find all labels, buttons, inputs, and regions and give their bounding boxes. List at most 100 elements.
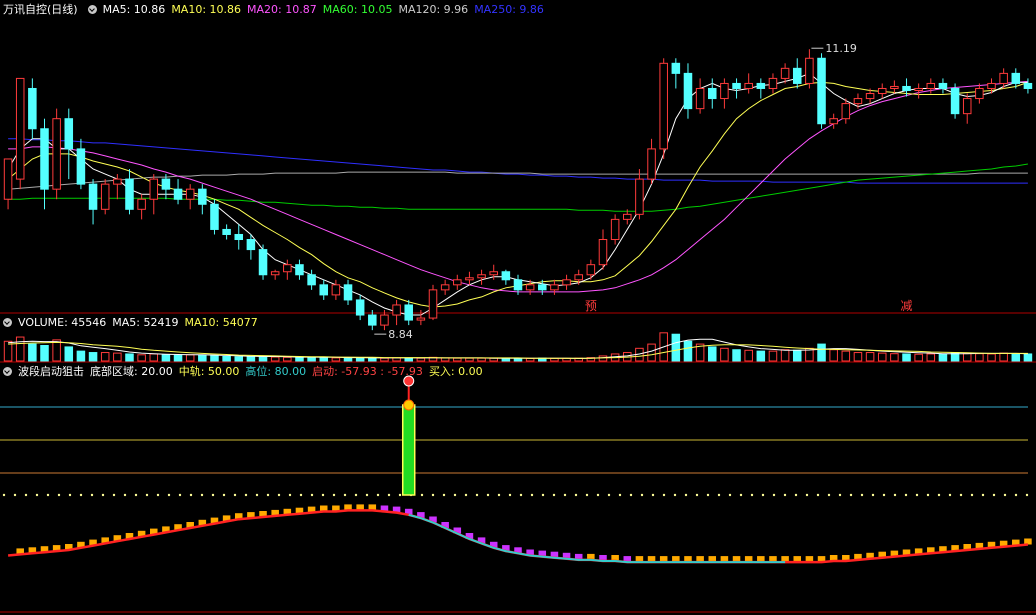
zero-dot (739, 493, 743, 497)
legend-ma5: MA5: 10.86 (102, 3, 166, 16)
volume-bar (841, 350, 851, 362)
zero-dot (343, 493, 347, 497)
legend-ma120: MA120: 9.96 (398, 3, 469, 16)
candle-body (987, 82, 996, 89)
volume-bar (902, 353, 911, 362)
ma250-line (8, 138, 1028, 184)
volume-bar (368, 357, 377, 362)
candle-body (720, 82, 729, 100)
zero-dot (244, 493, 248, 497)
toggle-icon[interactable] (87, 5, 97, 14)
candle-body (938, 82, 948, 89)
high-label: 11.19 (825, 42, 857, 55)
zero-dot (167, 493, 171, 497)
candle-body (732, 82, 741, 89)
candle-body (683, 72, 693, 110)
indicator-line-down (408, 513, 786, 564)
zero-dot (970, 493, 974, 497)
zero-dot (2, 493, 6, 497)
candle-body (550, 284, 559, 291)
candle-body (185, 188, 195, 200)
zero-dot (101, 493, 105, 497)
volume-bar (756, 350, 766, 362)
marker-jian: 减 (901, 299, 913, 313)
ma120-line (8, 171, 1028, 190)
zero-dot (365, 493, 369, 497)
volume-bar (975, 353, 984, 362)
zero-dot (684, 493, 688, 497)
volume-ma5-line (8, 338, 1028, 360)
zero-dot (156, 493, 160, 497)
zero-dot (1025, 493, 1029, 497)
volume-bar (380, 357, 389, 362)
zero-dot (893, 493, 897, 497)
zero-dot (79, 493, 83, 497)
candle-body (610, 218, 620, 241)
zero-dot (541, 493, 545, 497)
candle-body (307, 274, 316, 286)
volume-bar (732, 349, 741, 362)
zero-dot (123, 493, 127, 497)
candle-body (695, 87, 705, 110)
zero-dot (519, 493, 523, 497)
volume-bar (234, 356, 244, 362)
toggle-icon[interactable] (3, 318, 12, 327)
volume-bar (64, 346, 74, 362)
candle-body (926, 82, 936, 89)
candle-body (865, 93, 875, 100)
volume-bar (877, 352, 887, 362)
zero-dot (530, 493, 534, 497)
volume-bar (246, 355, 256, 362)
legend-ma20: MA20: 10.87 (247, 3, 317, 16)
candle-body (161, 178, 171, 190)
volume-bar (707, 346, 717, 362)
indicator-middle: 中轨: 50.00 (178, 365, 240, 378)
indicator-bottom-zone: 底部区域: 20.00 (90, 365, 173, 378)
volume-bar (938, 353, 948, 362)
volume-bar (100, 352, 110, 362)
zero-dot (937, 493, 941, 497)
ma20-line (8, 80, 1028, 293)
zero-dot (387, 493, 391, 497)
zero-dot (860, 493, 864, 497)
zero-dot (211, 493, 215, 497)
volume-bar (683, 340, 693, 362)
zero-dot (90, 493, 94, 497)
candle-body (768, 77, 778, 89)
zero-dot (255, 493, 259, 497)
volume-bar (453, 357, 462, 362)
zero-dot (431, 493, 435, 497)
candle-body (1011, 72, 1021, 84)
zero-dot (332, 493, 336, 497)
zero-dot (112, 493, 116, 497)
indicator-buy: 买入: 0.00 (428, 365, 483, 378)
candle-body (999, 72, 1008, 84)
zero-dot (420, 493, 424, 497)
volume-legend: VOLUME: 45546 MA5: 52419 MA10: 54077 (0, 315, 264, 331)
volume-bar (185, 354, 195, 362)
candle-body (623, 213, 632, 220)
volume-bar (416, 357, 426, 362)
zero-dot (266, 493, 270, 497)
legend-ma60: MA60: 10.05 (322, 3, 393, 16)
zero-dot (981, 493, 985, 497)
candle-body (88, 183, 98, 210)
volume-title: VOLUME: 45546 (18, 316, 107, 329)
toggle-icon[interactable] (3, 367, 12, 376)
volume-bar (720, 347, 729, 362)
zero-dot (717, 493, 721, 497)
zero-dot (57, 493, 61, 497)
zero-dot (486, 493, 490, 497)
candle-body (598, 239, 608, 266)
candle-body (671, 62, 681, 74)
candle-body (125, 178, 134, 210)
zero-dot (35, 493, 39, 497)
candle-body (100, 183, 110, 210)
indicator-start: 启动: -57.93 : -57.93 (312, 365, 423, 378)
volume-bar (307, 357, 316, 362)
candle-body (902, 85, 911, 91)
zero-dot (959, 493, 963, 497)
candle-body (841, 103, 851, 120)
candle-body (477, 274, 486, 279)
price-title: 万讯自控(日线) (3, 3, 78, 16)
